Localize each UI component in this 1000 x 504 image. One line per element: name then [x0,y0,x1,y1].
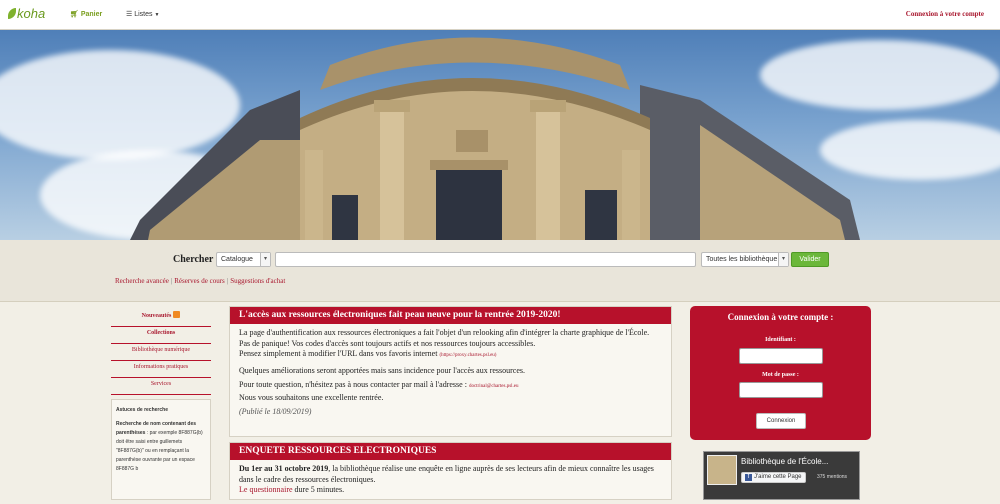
login-box-title: Connexion à votre compte : [727,312,834,322]
purchase-suggestions-link[interactable]: Suggestions d'achat [230,277,285,285]
tips-body: : par exemple 8F887G(b) doit être saisi … [116,430,203,472]
koha-logo[interactable]: koha [8,6,45,21]
news-title: ENQUETE RESSOURCES ELECTRONIQUES [230,443,671,460]
news-title: L'accès aux ressources électroniques fai… [230,307,671,324]
news-paragraph: Pour toute question, n'hésitez pas à nou… [239,380,467,389]
news-date: (Publié le 18/09/2019) [239,407,312,416]
catalog-select[interactable]: Catalogue ▾ [216,252,271,267]
search-band: Chercher Catalogue ▾ Toutes les biblioth… [0,240,1000,302]
login-button[interactable]: Connexion [756,413,806,429]
email-link[interactable]: doctrinal@chartes.psl.eu [469,384,519,389]
news-body: Du 1er au 31 octobre 2019, la bibliothèq… [230,460,671,504]
left-sidebar: Nouveautés Collections Bibliothèque numé… [111,310,211,395]
news-paragraph: La page d'authentification aux ressource… [239,328,650,337]
questionnaire-link[interactable]: Le questionnaire [239,485,293,494]
facebook-page-name[interactable]: Bibliothèque de l'École... [741,457,828,466]
news-paragraph: Nous vous souhaitons une excellente rent… [239,392,384,402]
page-thumbnail[interactable] [707,455,737,485]
lists-label: Listes [134,11,153,18]
caret-down-icon: ▼ [154,12,160,18]
username-label: Identifiant : [765,337,796,343]
password-field[interactable] [739,382,823,398]
sidebar-item-services[interactable]: Services [111,378,211,395]
rss-icon[interactable] [173,311,181,318]
tips-text: Recherche de nom contenant des parenthès… [116,420,206,474]
news-emphasis: Du 1er au 31 octobre 2019 [239,464,329,473]
sidebar-item-digital-library[interactable]: Bibliothèque numérique [111,344,211,361]
search-input[interactable] [275,252,696,267]
news-paragraph: Pensez simplement à modifier l'URL dans … [239,349,438,358]
cart-label: Panier [80,11,103,18]
catalog-select-value: Catalogue [221,256,253,263]
logo-text: koha [17,6,46,21]
advanced-search-link[interactable]: Recherche avancée [115,277,169,285]
library-select-value: Toutes les bibliothèque [706,256,778,263]
news-body: La page d'authentification aux ressource… [230,324,671,426]
lists-dropdown[interactable]: ☰ Listes ▼ [126,10,159,18]
sidebar-item-news[interactable]: Nouveautés [111,310,211,327]
proxy-url-link[interactable]: (https://proxy.chartes.psl.eu) [439,353,496,358]
search-label: Chercher [173,254,214,265]
library-select[interactable]: Toutes les bibliothèque ▾ [701,252,789,267]
password-label: Mot de passe : [762,372,799,378]
login-link[interactable]: Connexion à votre compte [906,10,984,18]
like-count: 375 mentions [817,474,848,480]
cart-link[interactable]: 🛒︎ Panier [70,10,102,18]
course-reserves-link[interactable]: Réserves de cours [174,277,225,285]
search-submit-button[interactable]: Valider [791,252,829,267]
building-illustration [130,37,860,240]
sidebar-item-label: Nouveautés [141,313,172,319]
leaf-icon [8,8,16,19]
news-item: L'accès aux ressources électroniques fai… [229,306,672,437]
tips-title: Astuces de recherche [116,407,168,413]
search-sublinks: Recherche avancée | Réserves de cours | Sugg… [115,277,286,285]
facebook-icon: f [745,474,752,481]
search-tips-box: Astuces de recherche Recherche de nom co… [111,399,211,500]
facebook-like-button[interactable]: f J'aime cette Page [741,472,806,483]
news-paragraph: Pas de panique! Vos codes d'accès sont t… [239,338,536,348]
username-field[interactable] [739,348,823,364]
news-paragraph: Quelques améliorations seront apportées … [239,365,526,375]
login-box: Connexion à votre compte : Identifiant :… [690,306,871,440]
sidebar-item-collections[interactable]: Collections [111,327,211,344]
like-label: J'aime cette Page [754,474,802,480]
hero-image [0,30,1000,240]
chevron-down-icon: ▾ [778,253,788,266]
cart-icon: 🛒︎ [70,11,79,18]
news-paragraph: dure 5 minutes. [292,485,345,494]
chevron-down-icon: ▾ [260,253,270,266]
news-item: ENQUETE RESSOURCES ELECTRONIQUES Du 1er … [229,442,672,500]
list-icon: ☰ [126,11,133,18]
top-navbar: koha 🛒︎ Panier ☰ Listes ▼ Connexion à vo… [0,0,1000,30]
facebook-widget: Bibliothèque de l'École... f J'aime cette… [703,451,860,500]
sidebar-item-practical-info[interactable]: Informations pratiques [111,361,211,378]
